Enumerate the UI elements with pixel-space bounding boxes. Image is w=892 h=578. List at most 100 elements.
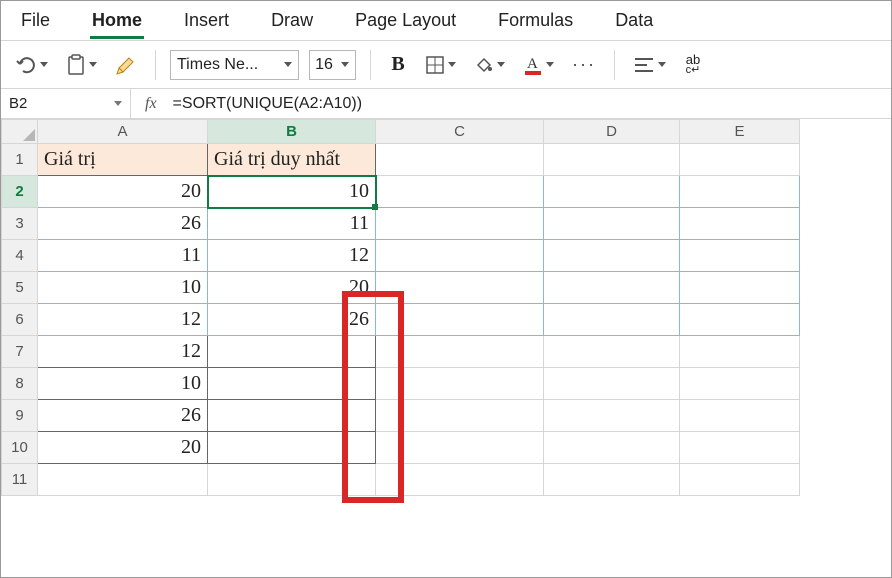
cell-B1[interactable]: Giá trị duy nhất	[208, 144, 376, 176]
cell-B3[interactable]: 11	[208, 208, 376, 240]
cell-A6[interactable]: 12	[38, 304, 208, 336]
tab-home[interactable]: Home	[84, 6, 150, 41]
undo-button[interactable]	[11, 50, 52, 80]
paste-button[interactable]	[62, 50, 101, 80]
cell-B11[interactable]	[208, 464, 376, 496]
cell[interactable]	[376, 464, 544, 496]
col-header-B[interactable]: B	[208, 120, 376, 144]
cell-A10[interactable]: 20	[38, 432, 208, 464]
cell-D1[interactable]	[544, 144, 680, 176]
cell-B7[interactable]	[208, 336, 376, 368]
cell[interactable]	[544, 400, 680, 432]
cell-E1[interactable]	[680, 144, 800, 176]
col-header-A[interactable]: A	[38, 120, 208, 144]
col-header-D[interactable]: D	[544, 120, 680, 144]
name-box[interactable]: B2	[1, 89, 131, 118]
row-header[interactable]: 1	[2, 144, 38, 176]
cell[interactable]	[680, 208, 800, 240]
cell-B9[interactable]	[208, 400, 376, 432]
cell-C1[interactable]	[376, 144, 544, 176]
tab-draw[interactable]: Draw	[263, 6, 321, 41]
cell[interactable]	[680, 368, 800, 400]
fx-icon[interactable]: fx	[131, 95, 167, 113]
cell-C2[interactable]	[376, 176, 544, 208]
spreadsheet-grid[interactable]: A B C D E 1 Giá trị Giá trị duy nhất 2 2…	[1, 119, 800, 496]
cell[interactable]	[544, 240, 680, 272]
cell[interactable]	[376, 432, 544, 464]
cell[interactable]	[544, 208, 680, 240]
cell-B8[interactable]	[208, 368, 376, 400]
format-painter-button[interactable]	[111, 50, 141, 80]
borders-button[interactable]	[421, 50, 460, 80]
cell[interactable]	[544, 432, 680, 464]
row-header[interactable]: 4	[2, 240, 38, 272]
cell[interactable]	[680, 400, 800, 432]
select-all-corner[interactable]	[2, 120, 38, 144]
cell[interactable]	[680, 432, 800, 464]
row-header[interactable]: 3	[2, 208, 38, 240]
row-header[interactable]: 6	[2, 304, 38, 336]
align-button[interactable]	[629, 50, 670, 80]
cell[interactable]	[544, 464, 680, 496]
cell-A9[interactable]: 26	[38, 400, 208, 432]
row-header[interactable]: 10	[2, 432, 38, 464]
cell[interactable]	[376, 400, 544, 432]
wrap-text-button[interactable]: ab c↵	[680, 50, 706, 80]
tab-page-layout[interactable]: Page Layout	[347, 6, 464, 41]
cell-B6[interactable]: 26	[208, 304, 376, 336]
cell[interactable]	[376, 304, 544, 336]
row-header[interactable]: 11	[2, 464, 38, 496]
cell-A3[interactable]: 26	[38, 208, 208, 240]
cell-B4[interactable]: 12	[208, 240, 376, 272]
cell-A11[interactable]	[38, 464, 208, 496]
cell[interactable]	[376, 336, 544, 368]
col-header-C[interactable]: C	[376, 120, 544, 144]
tab-file[interactable]: File	[13, 6, 58, 41]
more-font-button[interactable]: ···	[568, 50, 600, 80]
cell[interactable]	[680, 272, 800, 304]
cell-A2[interactable]: 20	[38, 176, 208, 208]
row-header[interactable]: 2	[2, 176, 38, 208]
cell[interactable]	[680, 304, 800, 336]
cell[interactable]	[680, 240, 800, 272]
cell[interactable]	[544, 368, 680, 400]
cell-A8[interactable]: 10	[38, 368, 208, 400]
cell[interactable]	[376, 208, 544, 240]
row-header[interactable]: 9	[2, 400, 38, 432]
ellipsis-icon: ···	[572, 54, 596, 75]
tab-data[interactable]: Data	[607, 6, 661, 41]
font-color-button[interactable]: A	[519, 50, 558, 80]
separator	[370, 50, 371, 80]
fill-color-button[interactable]	[470, 50, 509, 80]
cell-E2[interactable]	[680, 176, 800, 208]
cell-A7[interactable]: 12	[38, 336, 208, 368]
font-size-select[interactable]: 16	[309, 50, 356, 80]
cell-B10[interactable]	[208, 432, 376, 464]
clipboard-icon	[66, 54, 86, 76]
tab-formulas[interactable]: Formulas	[490, 6, 581, 41]
chevron-down-icon	[284, 62, 292, 67]
row-header[interactable]: 5	[2, 272, 38, 304]
cell[interactable]	[680, 336, 800, 368]
cell[interactable]	[544, 336, 680, 368]
row-header[interactable]: 7	[2, 336, 38, 368]
cell[interactable]	[544, 272, 680, 304]
font-name-value: Times Ne...	[171, 56, 281, 74]
bold-button[interactable]: B	[385, 50, 411, 80]
cell-B2[interactable]: 10	[208, 176, 376, 208]
cell[interactable]	[376, 240, 544, 272]
col-header-E[interactable]: E	[680, 120, 800, 144]
cell[interactable]	[544, 304, 680, 336]
cell[interactable]	[376, 368, 544, 400]
cell-A4[interactable]: 11	[38, 240, 208, 272]
cell-A1[interactable]: Giá trị	[38, 144, 208, 176]
cell[interactable]	[376, 272, 544, 304]
tab-insert[interactable]: Insert	[176, 6, 237, 41]
cell-B5[interactable]: 20	[208, 272, 376, 304]
cell-A5[interactable]: 10	[38, 272, 208, 304]
font-name-select[interactable]: Times Ne...	[170, 50, 299, 80]
cell-D2[interactable]	[544, 176, 680, 208]
cell[interactable]	[680, 464, 800, 496]
row-header[interactable]: 8	[2, 368, 38, 400]
formula-input[interactable]: =SORT(UNIQUE(A2:A10))	[167, 95, 891, 113]
